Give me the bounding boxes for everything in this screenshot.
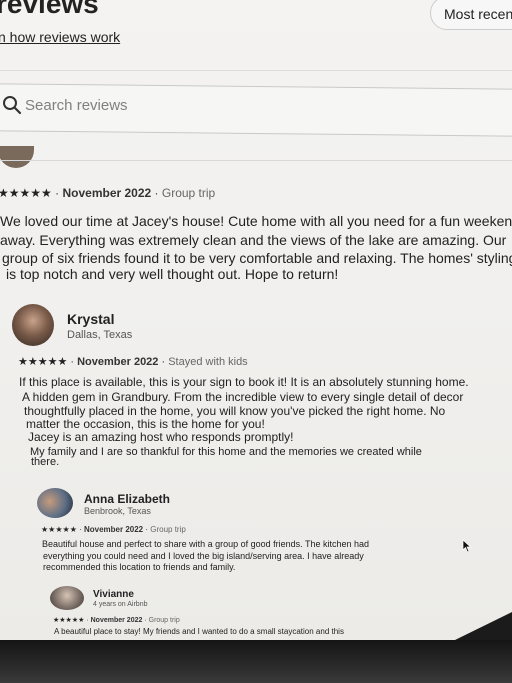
reviewer-name: Vivianne bbox=[93, 589, 134, 600]
reviewer-location: Benbrook, Texas bbox=[84, 506, 151, 516]
review-meta: ★★★★★ · November 2022 · Group trip bbox=[53, 617, 180, 624]
trip-type: Group trip bbox=[161, 186, 216, 200]
review-meta: ★★★★★ · November 2022 · Group trip bbox=[0, 186, 216, 200]
rating-stars: ★★★★★ bbox=[53, 617, 85, 624]
review-line: If this place is available, this is your… bbox=[19, 375, 469, 389]
search-input[interactable] bbox=[25, 97, 325, 114]
review-line: We loved our time at Jacey's house! Cute… bbox=[0, 213, 512, 229]
reviewer-location: Dallas, Texas bbox=[67, 329, 133, 341]
review-line: A hidden gem in Grandbury. From the incr… bbox=[22, 390, 464, 404]
rating-stars: ★★★★★ bbox=[18, 356, 68, 368]
review-date: November 2022 bbox=[62, 186, 152, 200]
mouse-cursor-icon bbox=[462, 539, 472, 553]
review-line: Jacey is an amazing host who responds pr… bbox=[28, 430, 294, 444]
review-line: Beautiful house and perfect to share wit… bbox=[42, 539, 370, 549]
reviews-heading: reviews bbox=[0, 0, 99, 19]
review-line: is top notch and very well thought out. … bbox=[6, 266, 339, 282]
rating-stars: ★★★★★ bbox=[41, 525, 77, 534]
review-date: November 2022 bbox=[77, 356, 159, 368]
review-date: November 2022 bbox=[83, 525, 144, 534]
rating-stars: ★★★★★ bbox=[0, 186, 52, 200]
trip-type: Group trip bbox=[148, 617, 180, 624]
divider bbox=[0, 70, 512, 71]
avatar[interactable] bbox=[12, 304, 54, 346]
avatar bbox=[0, 146, 34, 168]
review-meta: ★★★★★ · November 2022 · Group trip bbox=[41, 525, 186, 534]
sort-dropdown-button[interactable]: Most recent bbox=[430, 0, 512, 30]
review-line: group of six friends found it to be very… bbox=[2, 250, 512, 266]
browser-screen: reviews n how reviews work Most recent ★… bbox=[0, 0, 512, 640]
trip-type: Stayed with kids bbox=[168, 356, 248, 368]
review-line: away. Everything was extremely clean and… bbox=[0, 232, 507, 248]
review-date: November 2022 bbox=[90, 617, 143, 624]
avatar[interactable] bbox=[50, 586, 84, 610]
review-line: My family and I are so thankful for this… bbox=[30, 446, 422, 458]
review-line: there. bbox=[31, 456, 60, 468]
avatar[interactable] bbox=[37, 488, 73, 518]
review-line: everything you could need and I loved th… bbox=[43, 551, 364, 561]
review-line: A beautiful place to stay! My friends an… bbox=[54, 627, 344, 636]
trip-type: Group trip bbox=[150, 525, 186, 534]
reviewer-name: Anna Elizabeth bbox=[84, 492, 171, 506]
review-line: thoughtfully placed in the home, you wil… bbox=[24, 404, 446, 418]
reviewer-name: Krystal bbox=[67, 311, 115, 327]
divider bbox=[0, 160, 512, 161]
reviewer-location: 4 years on Airbnb bbox=[93, 601, 148, 608]
monitor-bezel bbox=[0, 640, 512, 683]
review-line: matter the occasion, this is the home fo… bbox=[26, 417, 265, 431]
search-icon bbox=[3, 96, 22, 115]
review-meta: ★★★★★ · November 2022 · Stayed with kids bbox=[18, 356, 248, 368]
review-line: recommended this location to friends and… bbox=[43, 562, 236, 572]
learn-how-reviews-work-link[interactable]: n how reviews work bbox=[0, 29, 120, 45]
